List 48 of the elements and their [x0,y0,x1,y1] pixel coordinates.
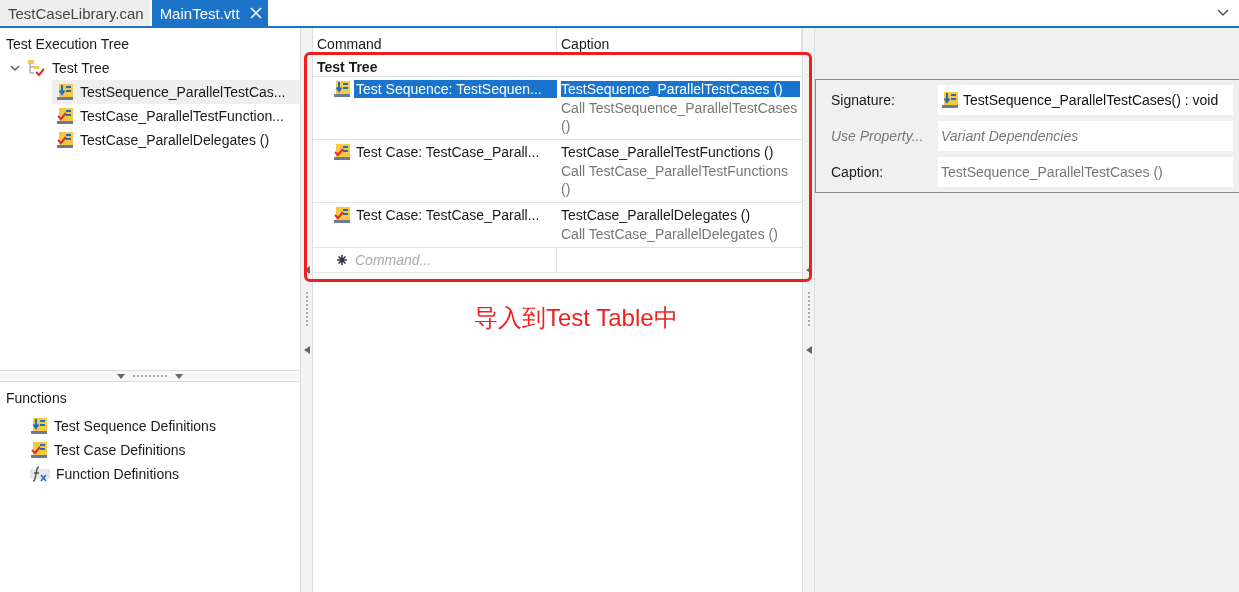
property-label: Caption: [831,164,885,180]
chevron-down-icon[interactable] [1217,9,1229,17]
function-icon [30,465,50,483]
panel-title: Test Execution Tree [5,35,130,54]
file-tab[interactable]: TestCaseLibrary.can [0,0,150,26]
panel-title: Functions [5,389,68,408]
tree-item[interactable]: TestSequence_ParallelTestCas... [52,80,300,104]
sequence-icon [30,417,48,435]
call-text: Call TestSequence_ParallelTestCases () [561,99,799,135]
new-row-star-icon [337,255,347,265]
property-value[interactable]: TestSequence_ParallelTestCases() : void [938,85,1233,115]
checklist-icon [333,143,351,161]
splitter-grip-icon[interactable] [117,373,183,379]
property-value[interactable]: TestSequence_ParallelTestCases () [938,157,1233,187]
group-title: Test Tree [316,58,379,76]
call-text: Call TestCase_ParallelTestFunctions () [561,162,789,198]
caption-cell[interactable]: TestSequence_ParallelTestCases () [561,81,800,97]
checklist-icon [56,131,74,149]
tree-item[interactable]: TestCase_ParallelDelegates () [52,128,300,152]
property-label: Use Property... [831,128,925,144]
expand-chevron-icon[interactable] [10,64,20,72]
close-icon[interactable] [249,7,262,19]
grip-icon[interactable] [305,292,308,328]
property-label: Signature: [831,92,896,108]
function-category[interactable]: Function Definitions [26,462,300,486]
call-text: Call TestCase_ParallelDelegates () [561,225,779,243]
sequence-icon [56,83,74,101]
sequence-icon [333,80,351,98]
caption-cell[interactable]: TestCase_ParallelTestFunctions () [561,144,800,160]
file-tab[interactable]: MainTest.vtt [151,0,268,26]
command-cell[interactable]: Test Case: TestCase_Parall... [354,206,557,224]
caption-cell[interactable]: TestCase_ParallelDelegates () [561,207,800,223]
grip-icon[interactable] [807,292,810,328]
splitter-arrow-icon[interactable] [805,346,812,354]
tree-item[interactable]: TestCase_ParallelTestFunction... [52,104,300,128]
tree-check-icon [26,59,46,77]
checklist-icon [333,206,351,224]
function-category[interactable]: Test Sequence Definitions [26,414,300,438]
command-cell[interactable]: Test Sequence: TestSequen... [354,80,557,98]
checklist-icon [30,441,48,459]
tree-item[interactable]: Test Tree [52,60,110,76]
sequence-icon [941,91,959,109]
column-header[interactable]: Command [313,28,557,52]
function-category[interactable]: Test Case Definitions [26,438,300,462]
checklist-icon [56,107,74,125]
command-cell[interactable]: Test Case: TestCase_Parall... [354,143,557,161]
splitter-arrow-icon[interactable] [303,346,310,354]
annotation-text: 导入到Test Table中 [474,303,678,333]
